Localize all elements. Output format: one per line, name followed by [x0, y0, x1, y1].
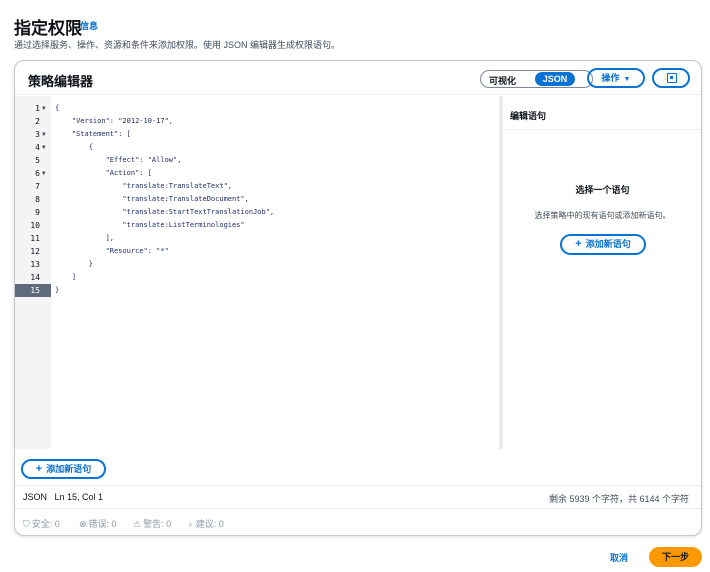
policy-editor-container: 策略编辑器 可视化 JSON 操作 ▼ 1 ▼{2 "Version": "2012… — [14, 60, 702, 536]
fold-toggle-icon[interactable]: ▼ — [42, 102, 46, 115]
line-number: 9 — [35, 208, 40, 217]
caret-down-icon: ▼ — [623, 76, 631, 83]
code-line[interactable]: 8 "translate:TranslateDocument", — [15, 193, 499, 206]
code-text: { — [55, 143, 93, 151]
code-line[interactable]: 11 ], — [15, 232, 499, 245]
validation-summary: ⛉ 安全: 0 ⊗ 错误: 0 ⚠ 警告: 0 ♁ 建议: 0 — [15, 509, 701, 535]
cursor-position: JSON Ln 15, Col 1 — [23, 492, 104, 502]
code-line[interactable]: 14 ] — [15, 271, 499, 284]
line-number: 12 — [30, 247, 40, 256]
divider — [502, 129, 701, 130]
toggle-panel-button[interactable] — [652, 68, 690, 88]
plus-icon: + — [575, 238, 582, 250]
error-icon: ⊗ — [79, 519, 87, 529]
code-text: "Statement": [ — [55, 130, 131, 138]
code-line[interactable]: 10 "translate:ListTerminologies" — [15, 219, 499, 232]
editor-mode-toggle: 可视化 JSON — [480, 70, 593, 88]
toggle-visual[interactable]: 可视化 — [489, 74, 516, 87]
line-number: 7 — [35, 182, 40, 191]
code-text: "translate:StartTextTranslationJob", — [55, 208, 275, 216]
code-line[interactable]: 9 "translate:StartTextTranslationJob", — [15, 206, 499, 219]
side-panel-title: 编辑语句 — [510, 111, 547, 121]
add-statement-button[interactable]: + 添加新语句 — [21, 459, 106, 479]
suggestion-count[interactable]: ♁ 建议: 0 — [187, 517, 224, 530]
line-number: 14 — [30, 273, 40, 282]
toggle-json[interactable]: JSON — [535, 72, 575, 86]
statement-side-panel: 编辑语句 选择一个语句 选择策略中的现有语句或添加新语句。 + 添加新语句 — [502, 96, 701, 449]
character-count: 剩余 5939 个字符，共 6144 个字符 — [548, 494, 689, 504]
code-text: ], — [55, 234, 115, 242]
error-count[interactable]: ⊗ 错误: 0 — [79, 517, 117, 530]
add-statement-label: 添加新语句 — [46, 464, 92, 474]
line-number: 10 — [30, 221, 40, 230]
cancel-button[interactable]: 取消 — [610, 551, 628, 564]
code-text: "translate:ListTerminologies" — [55, 221, 245, 229]
code-text: ] — [55, 273, 77, 281]
editor-title: 策略编辑器 — [28, 74, 94, 89]
code-text: "Version": "2012-10-17", — [55, 117, 174, 125]
code-line[interactable]: 6 ▼ "Action": [ — [15, 167, 499, 180]
empty-state-title: 选择一个语句 — [575, 185, 630, 195]
editor-header: 策略编辑器 可视化 JSON 操作 ▼ — [15, 61, 701, 95]
code-line[interactable]: 7 "translate:TranslateText", — [15, 180, 499, 193]
warnings-label: 警告: 0 — [143, 519, 172, 529]
add-statement-label: 添加新语句 — [585, 239, 631, 249]
code-text: "translate:TranslateText", — [55, 182, 233, 190]
code-line[interactable]: 4 ▼ { — [15, 141, 499, 154]
line-number: 13 — [30, 260, 40, 269]
code-text: } — [55, 260, 93, 268]
code-text: } — [55, 286, 60, 294]
fold-toggle-icon[interactable]: ▼ — [42, 128, 46, 141]
page-description: 通过选择服务、操作、资源和条件来添加权限。使用 JSON 编辑器生成权限语句。 — [14, 40, 341, 50]
code-text: "Effect": "Allow", — [55, 156, 182, 164]
empty-state-description: 选择策略中的现有语句或添加新语句。 — [534, 211, 671, 220]
code-line[interactable]: 3 ▼ "Statement": [ — [15, 128, 499, 141]
code-text: "Action": [ — [55, 169, 152, 177]
code-text: "Resource": "*" — [55, 247, 169, 255]
plus-icon: + — [35, 463, 43, 475]
line-number: 11 — [30, 234, 40, 243]
page-title: 指定权限 — [14, 19, 82, 38]
line-number: 5 — [35, 156, 40, 165]
code-line[interactable]: 1 ▼{ — [15, 102, 499, 115]
line-number: 8 — [35, 195, 40, 204]
security-label: 安全: 0 — [31, 519, 60, 529]
suggestions-label: 建议: 0 — [195, 519, 224, 529]
errors-label: 错误: 0 — [88, 519, 117, 529]
code-text: "translate:TranslateDocument", — [55, 195, 249, 203]
code-line[interactable]: 5 "Effect": "Allow", — [15, 154, 499, 167]
fold-toggle-icon[interactable]: ▼ — [42, 141, 46, 154]
shield-icon: ⛉ — [23, 519, 30, 529]
actions-label: 操作 — [601, 73, 620, 83]
code-line[interactable]: 12 "Resource": "*" — [15, 245, 499, 258]
line-number: 15 — [15, 284, 51, 297]
fold-toggle-icon[interactable]: ▼ — [42, 167, 46, 180]
info-link[interactable]: 信息 — [80, 19, 98, 32]
add-statement-button-side[interactable]: + 添加新语句 — [560, 234, 646, 255]
next-button[interactable]: 下一步 — [649, 547, 702, 567]
add-statement-row: + 添加新语句 — [15, 449, 701, 479]
actions-button[interactable]: 操作 ▼ — [587, 68, 645, 88]
code-text: { — [55, 104, 60, 112]
code-line[interactable]: 15} — [15, 284, 499, 297]
lightbulb-icon: ♁ — [187, 519, 194, 529]
code-line[interactable]: 13 } — [15, 258, 499, 271]
code-line[interactable]: 2 "Version": "2012-10-17", — [15, 115, 499, 128]
security-count[interactable]: ⛉ 安全: 0 — [23, 517, 60, 530]
status-bar: JSON Ln 15, Col 1 剩余 5939 个字符，共 6144 个字符 — [15, 485, 701, 509]
warning-icon: ⚠ — [133, 519, 142, 529]
line-number: 2 — [35, 117, 40, 126]
code-editor[interactable]: 1 ▼{2 "Version": "2012-10-17", 3 ▼ "Stateme… — [15, 96, 499, 449]
warning-count[interactable]: ⚠ 警告: 0 — [133, 517, 171, 530]
split-panel-icon — [667, 73, 677, 83]
